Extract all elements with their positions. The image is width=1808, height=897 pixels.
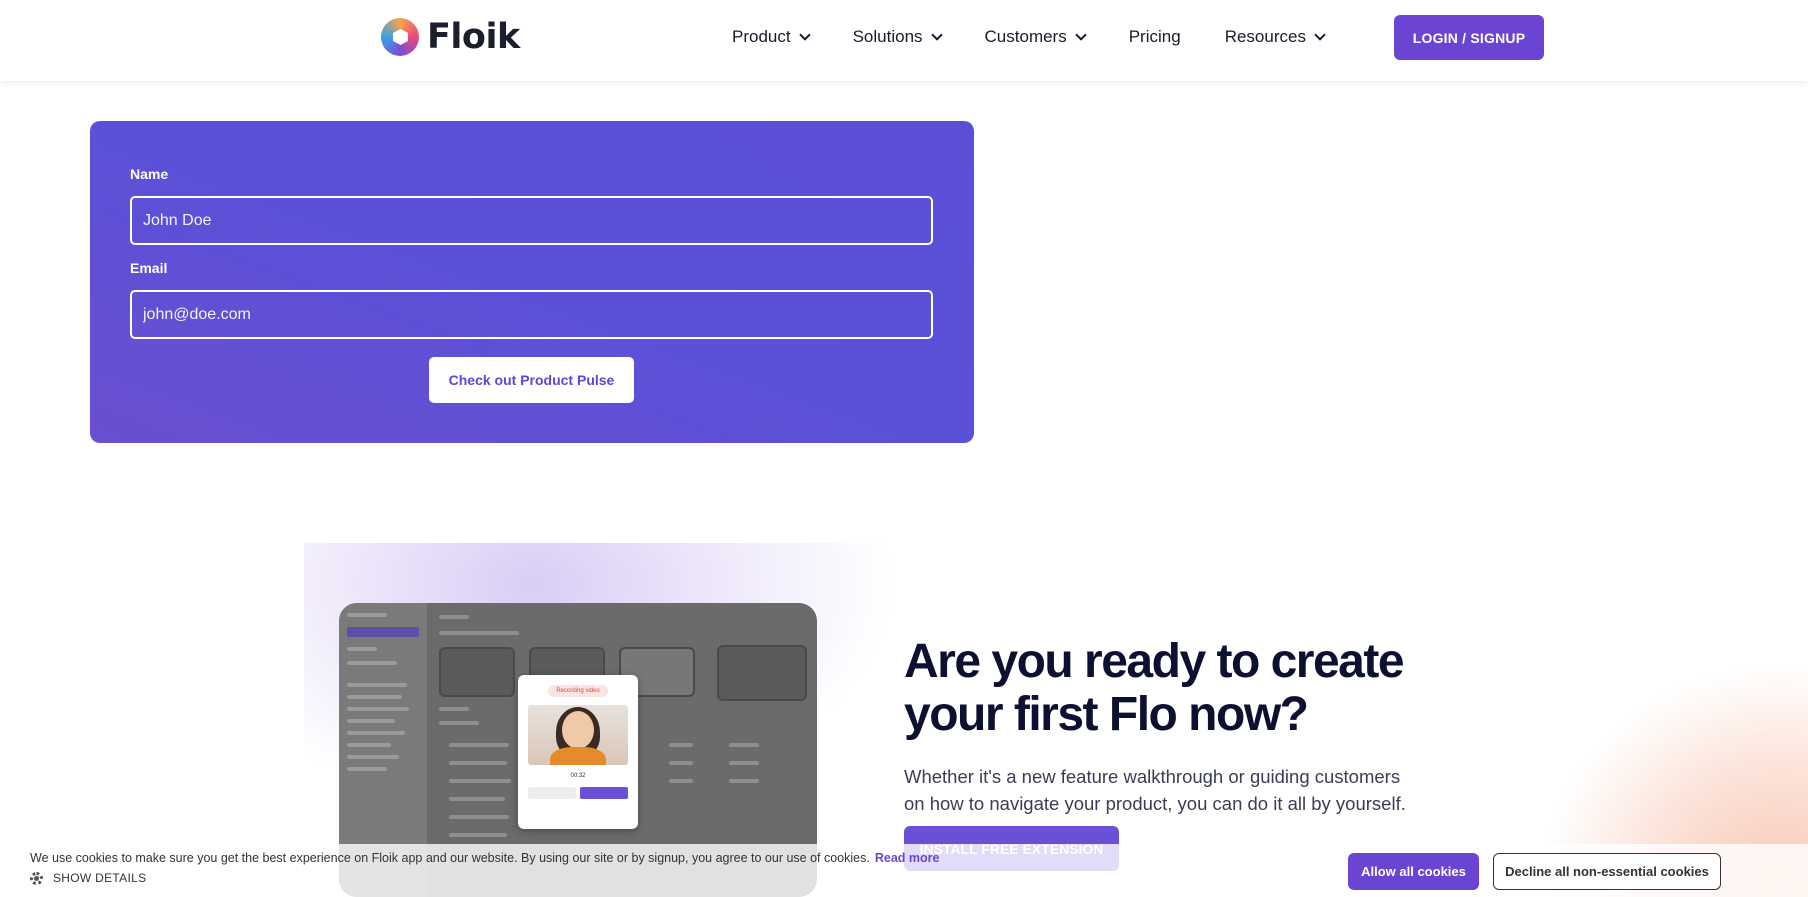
decline-cookies-button[interactable]: Decline all non-essential cookies (1493, 853, 1721, 890)
nav-menu: Product Solutions Customers Pricing Reso… (732, 27, 1368, 47)
nav-item-label: Customers (984, 27, 1067, 46)
name-input[interactable] (130, 196, 933, 245)
webcam-preview (528, 705, 628, 765)
email-input[interactable] (130, 290, 933, 339)
name-label: Name (130, 166, 169, 182)
brand-name: Floik (427, 17, 520, 57)
nav-item-label: Pricing (1128, 27, 1181, 46)
top-navbar: Floik Product Solutions Customers Pricin… (0, 0, 1808, 81)
cta-subtitle: Whether it's a new feature walkthrough o… (904, 766, 1406, 814)
brand-logo[interactable]: Floik (381, 17, 520, 57)
nav-item-resources[interactable]: Resources (1224, 27, 1326, 47)
recording-timer: 00:32 (570, 773, 586, 779)
cta-heading: Are you ready to create your first Flo n… (904, 635, 1405, 741)
allow-all-cookies-button[interactable]: Allow all cookies (1348, 853, 1479, 890)
chevron-down-icon (1075, 28, 1087, 41)
recording-popup: Recording video 00:32 (518, 675, 638, 829)
show-details-label: SHOW DETAILS (53, 871, 147, 885)
floik-logo-icon (381, 18, 419, 56)
nav-item-label: Product (732, 27, 791, 46)
read-more-link[interactable]: Read more (875, 851, 940, 865)
nav-item-label: Resources (1224, 27, 1306, 46)
email-label: Email (130, 260, 168, 276)
chevron-down-icon (798, 28, 811, 41)
cookie-text: We use cookies to make sure you get the … (30, 851, 870, 865)
product-pulse-form: Name Email Check out Product Pulse (90, 121, 974, 443)
nav-item-product[interactable]: Product (732, 27, 811, 47)
nav-item-customers[interactable]: Customers (984, 27, 1087, 47)
check-out-product-pulse-button[interactable]: Check out Product Pulse (429, 357, 634, 403)
gear-icon (30, 871, 43, 885)
nav-item-pricing[interactable]: Pricing (1129, 27, 1181, 47)
show-details-toggle[interactable]: SHOW DETAILS (30, 871, 146, 885)
login-signup-button[interactable]: LOGIN / SIGNUP (1394, 15, 1544, 60)
nav-item-solutions[interactable]: Solutions (852, 27, 943, 47)
cookie-message: We use cookies to make sure you get the … (30, 851, 939, 865)
recording-badge: Recording video (548, 685, 608, 697)
chevron-down-icon (1314, 28, 1326, 41)
cookie-banner: We use cookies to make sure you get the … (0, 844, 1808, 897)
nav-item-label: Solutions (852, 27, 923, 46)
done-button (580, 787, 628, 799)
pause-button (528, 787, 576, 799)
chevron-down-icon (930, 28, 943, 41)
